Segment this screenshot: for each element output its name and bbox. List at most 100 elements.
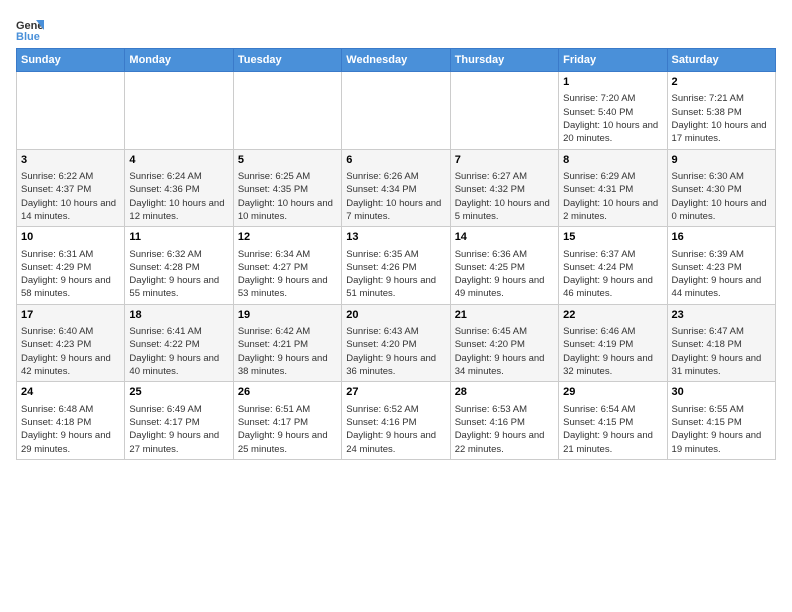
day-info: Sunrise: 6:53 AM Sunset: 4:16 PM Dayligh…: [455, 403, 554, 456]
calendar-cell: 23 Sunrise: 6:47 AM Sunset: 4:18 PM Dayli…: [667, 304, 775, 382]
day-number: 19: [238, 308, 337, 323]
day-info: Sunrise: 6:49 AM Sunset: 4:17 PM Dayligh…: [129, 403, 228, 456]
day-info: Sunrise: 6:35 AM Sunset: 4:26 PM Dayligh…: [346, 248, 445, 301]
day-number: 26: [238, 385, 337, 400]
day-number: 15: [563, 230, 662, 245]
calendar-cell: 24 Sunrise: 6:48 AM Sunset: 4:18 PM Dayli…: [17, 382, 125, 460]
day-number: 1: [563, 75, 662, 90]
day-number: 9: [672, 153, 771, 168]
day-number: 6: [346, 153, 445, 168]
calendar-cell: 17Sunrise: 6:40 AM Sunset: 4:23 PM Dayli…: [17, 304, 125, 382]
week-row-3: 10 Sunrise: 6:31 AM Sunset: 4:29 PM Dayli…: [17, 227, 776, 305]
calendar-cell: 27 Sunrise: 6:52 AM Sunset: 4:16 PM Dayli…: [342, 382, 450, 460]
day-info: Sunrise: 6:51 AM Sunset: 4:17 PM Dayligh…: [238, 403, 337, 456]
day-number: 25: [129, 385, 228, 400]
day-info: Sunrise: 6:30 AM Sunset: 4:30 PM Dayligh…: [672, 170, 771, 223]
day-header-monday: Monday: [125, 49, 233, 72]
day-info: Sunrise: 6:31 AM Sunset: 4:29 PM Dayligh…: [21, 248, 120, 301]
calendar-cell: 18Sunrise: 6:41 AM Sunset: 4:22 PM Dayli…: [125, 304, 233, 382]
day-number: 5: [238, 153, 337, 168]
day-number: 18: [129, 308, 228, 323]
calendar-cell: [125, 72, 233, 150]
day-info: Sunrise: 6:45 AM Sunset: 4:20 PM Dayligh…: [455, 325, 554, 378]
day-number: 14: [455, 230, 554, 245]
day-info: Sunrise: 6:32 AM Sunset: 4:28 PM Dayligh…: [129, 248, 228, 301]
calendar-cell: 10 Sunrise: 6:31 AM Sunset: 4:29 PM Dayli…: [17, 227, 125, 305]
calendar-cell: 25 Sunrise: 6:49 AM Sunset: 4:17 PM Dayli…: [125, 382, 233, 460]
day-info: Sunrise: 6:27 AM Sunset: 4:32 PM Dayligh…: [455, 170, 554, 223]
calendar-cell: 28 Sunrise: 6:53 AM Sunset: 4:16 PM Dayli…: [450, 382, 558, 460]
day-number: 7: [455, 153, 554, 168]
day-info: Sunrise: 6:34 AM Sunset: 4:27 PM Dayligh…: [238, 248, 337, 301]
calendar-cell: 21 Sunrise: 6:45 AM Sunset: 4:20 PM Dayli…: [450, 304, 558, 382]
calendar-cell: 19 Sunrise: 6:42 AM Sunset: 4:21 PM Dayli…: [233, 304, 341, 382]
svg-text:Blue: Blue: [16, 31, 40, 43]
header: General Blue: [16, 16, 776, 44]
day-info: Sunrise: 6:29 AM Sunset: 4:31 PM Dayligh…: [563, 170, 662, 223]
day-number: 27: [346, 385, 445, 400]
day-info: Sunrise: 6:24 AM Sunset: 4:36 PM Dayligh…: [129, 170, 228, 223]
calendar-cell: 7 Sunrise: 6:27 AM Sunset: 4:32 PM Daylig…: [450, 149, 558, 227]
calendar-cell: 12 Sunrise: 6:34 AM Sunset: 4:27 PM Dayli…: [233, 227, 341, 305]
day-number: 13: [346, 230, 445, 245]
calendar-cell: 29Sunrise: 6:54 AM Sunset: 4:15 PM Dayli…: [559, 382, 667, 460]
day-number: 28: [455, 385, 554, 400]
calendar-cell: 14 Sunrise: 6:36 AM Sunset: 4:25 PM Dayli…: [450, 227, 558, 305]
day-number: 3: [21, 153, 120, 168]
day-header-friday: Friday: [559, 49, 667, 72]
calendar-header-row: SundayMondayTuesdayWednesdayThursdayFrid…: [17, 49, 776, 72]
calendar-cell: [17, 72, 125, 150]
day-info: Sunrise: 6:54 AM Sunset: 4:15 PM Dayligh…: [563, 403, 662, 456]
day-info: Sunrise: 6:26 AM Sunset: 4:34 PM Dayligh…: [346, 170, 445, 223]
day-header-tuesday: Tuesday: [233, 49, 341, 72]
day-info: Sunrise: 6:25 AM Sunset: 4:35 PM Dayligh…: [238, 170, 337, 223]
day-header-thursday: Thursday: [450, 49, 558, 72]
day-number: 22: [563, 308, 662, 323]
day-number: 17: [21, 308, 120, 323]
calendar-cell: 13 Sunrise: 6:35 AM Sunset: 4:26 PM Dayli…: [342, 227, 450, 305]
logo-icon: General Blue: [16, 16, 44, 44]
logo: General Blue: [16, 16, 44, 44]
calendar-cell: [342, 72, 450, 150]
week-row-2: 3 Sunrise: 6:22 AM Sunset: 4:37 PM Daylig…: [17, 149, 776, 227]
day-info: Sunrise: 6:36 AM Sunset: 4:25 PM Dayligh…: [455, 248, 554, 301]
day-number: 11: [129, 230, 228, 245]
day-number: 4: [129, 153, 228, 168]
calendar-cell: 20Sunrise: 6:43 AM Sunset: 4:20 PM Dayli…: [342, 304, 450, 382]
day-info: Sunrise: 6:42 AM Sunset: 4:21 PM Dayligh…: [238, 325, 337, 378]
day-info: Sunrise: 7:21 AM Sunset: 5:38 PM Dayligh…: [672, 92, 771, 145]
day-info: Sunrise: 6:55 AM Sunset: 4:15 PM Dayligh…: [672, 403, 771, 456]
week-row-1: 1Sunrise: 7:20 AM Sunset: 5:40 PM Daylig…: [17, 72, 776, 150]
calendar-cell: [233, 72, 341, 150]
day-number: 23: [672, 308, 771, 323]
day-info: Sunrise: 6:43 AM Sunset: 4:20 PM Dayligh…: [346, 325, 445, 378]
day-info: Sunrise: 6:46 AM Sunset: 4:19 PM Dayligh…: [563, 325, 662, 378]
calendar-cell: 9 Sunrise: 6:30 AM Sunset: 4:30 PM Daylig…: [667, 149, 775, 227]
calendar-cell: 3 Sunrise: 6:22 AM Sunset: 4:37 PM Daylig…: [17, 149, 125, 227]
calendar-cell: 26 Sunrise: 6:51 AM Sunset: 4:17 PM Dayli…: [233, 382, 341, 460]
day-header-sunday: Sunday: [17, 49, 125, 72]
day-info: Sunrise: 6:52 AM Sunset: 4:16 PM Dayligh…: [346, 403, 445, 456]
calendar-cell: 15Sunrise: 6:37 AM Sunset: 4:24 PM Dayli…: [559, 227, 667, 305]
day-info: Sunrise: 6:48 AM Sunset: 4:18 PM Dayligh…: [21, 403, 120, 456]
day-number: 24: [21, 385, 120, 400]
calendar-cell: 6 Sunrise: 6:26 AM Sunset: 4:34 PM Daylig…: [342, 149, 450, 227]
day-number: 2: [672, 75, 771, 90]
calendar-cell: 4 Sunrise: 6:24 AM Sunset: 4:36 PM Daylig…: [125, 149, 233, 227]
day-header-wednesday: Wednesday: [342, 49, 450, 72]
day-info: Sunrise: 6:39 AM Sunset: 4:23 PM Dayligh…: [672, 248, 771, 301]
calendar-cell: 30 Sunrise: 6:55 AM Sunset: 4:15 PM Dayli…: [667, 382, 775, 460]
calendar-cell: 11 Sunrise: 6:32 AM Sunset: 4:28 PM Dayli…: [125, 227, 233, 305]
calendar-cell: 8Sunrise: 6:29 AM Sunset: 4:31 PM Daylig…: [559, 149, 667, 227]
day-number: 10: [21, 230, 120, 245]
day-info: Sunrise: 6:22 AM Sunset: 4:37 PM Dayligh…: [21, 170, 120, 223]
day-number: 21: [455, 308, 554, 323]
calendar-table: SundayMondayTuesdayWednesdayThursdayFrid…: [16, 48, 776, 460]
calendar-cell: 5 Sunrise: 6:25 AM Sunset: 4:35 PM Daylig…: [233, 149, 341, 227]
day-info: Sunrise: 6:47 AM Sunset: 4:18 PM Dayligh…: [672, 325, 771, 378]
calendar-cell: 22 Sunrise: 6:46 AM Sunset: 4:19 PM Dayli…: [559, 304, 667, 382]
week-row-5: 24 Sunrise: 6:48 AM Sunset: 4:18 PM Dayli…: [17, 382, 776, 460]
day-number: 16: [672, 230, 771, 245]
day-number: 30: [672, 385, 771, 400]
day-number: 12: [238, 230, 337, 245]
